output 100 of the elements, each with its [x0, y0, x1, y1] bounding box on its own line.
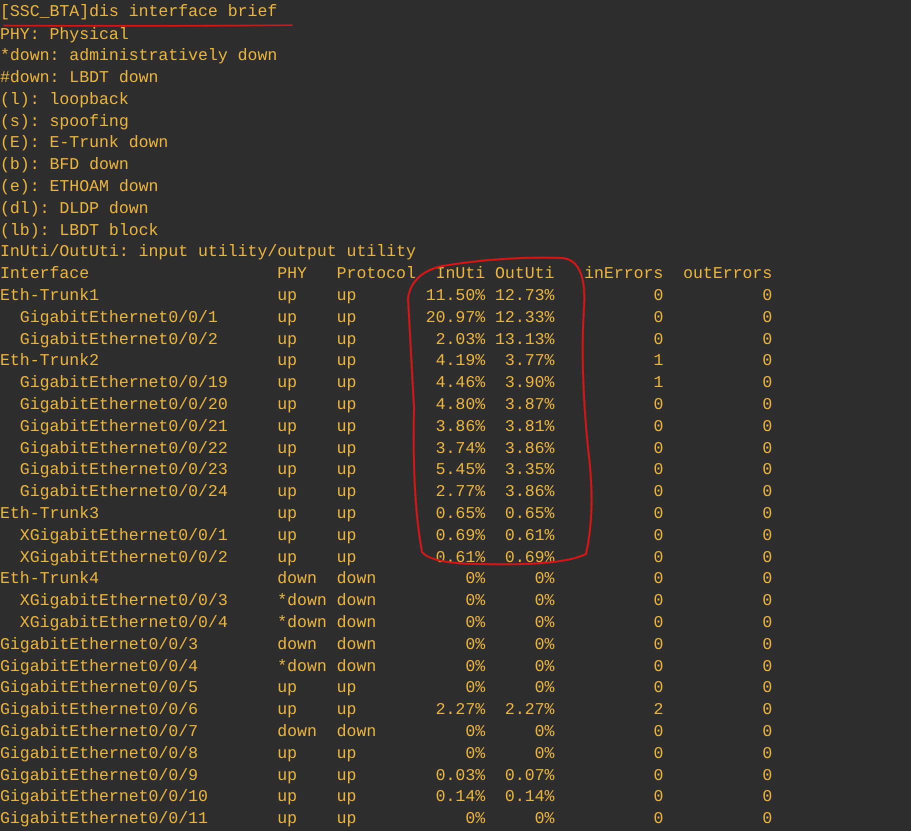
interface-name: GigabitEthernet0/0/4: [0, 656, 198, 676]
phy-status: *down: [277, 613, 327, 632]
protocol-status: up: [336, 438, 356, 458]
phy-status: up: [277, 416, 298, 436]
interface-name: XGigabitEthernet0/0/4: [20, 613, 228, 632]
output-utility: 3.81%: [504, 416, 554, 436]
input-utility: 3.74%: [436, 438, 486, 458]
phy-status: up: [277, 744, 298, 763]
input-errors: 0: [653, 482, 664, 502]
output-errors: 0: [762, 308, 772, 327]
output-errors: 0: [762, 787, 772, 806]
output-utility: 0%: [534, 722, 554, 741]
output-utility: 3.86%: [504, 482, 554, 502]
output-utility: 0%: [534, 591, 554, 610]
input-utility: 2.27%: [436, 700, 486, 720]
input-errors: 0: [653, 634, 664, 654]
output-utility: 0.61%: [504, 526, 554, 545]
input-utility: 0.14%: [436, 787, 486, 806]
column-header: Protocol: [336, 264, 416, 284]
legend-line: (e): ETHOAM down: [0, 176, 158, 198]
input-utility: 4.46%: [436, 373, 486, 392]
input-utility: 0.65%: [436, 504, 486, 524]
output-utility: 3.35%: [504, 460, 554, 480]
input-utility: 11.50%: [426, 286, 486, 306]
protocol-status: up: [336, 766, 356, 785]
interface-name: XGigabitEthernet0/0/1: [20, 526, 228, 545]
input-utility: 0.03%: [436, 766, 486, 785]
input-utility: 0%: [465, 809, 486, 828]
input-errors: 0: [653, 613, 664, 632]
input-utility: 0.69%: [436, 526, 486, 545]
protocol-status: up: [336, 482, 356, 502]
output-errors: 0: [762, 286, 772, 306]
output-utility: 0.07%: [504, 766, 554, 785]
legend-line: *down: administratively down: [0, 45, 278, 68]
input-errors: 0: [653, 526, 664, 545]
input-errors: 2: [653, 700, 664, 720]
input-errors: 0: [653, 591, 664, 610]
protocol-status: down: [336, 722, 376, 741]
interface-name: Eth-Trunk2: [0, 351, 100, 370]
input-utility: 0%: [465, 591, 486, 610]
interface-name: GigabitEthernet0/0/3: [0, 634, 198, 654]
input-errors: 0: [653, 787, 664, 806]
input-utility: 2.03%: [436, 330, 486, 349]
phy-status: *down: [277, 656, 327, 676]
protocol-status: up: [336, 504, 356, 524]
protocol-status: down: [336, 569, 376, 588]
command-line: [SSC_BTA]dis interface brief: [0, 1, 278, 23]
legend-line: (b): BFD down: [0, 154, 129, 176]
phy-status: up: [277, 373, 298, 392]
input-utility: 4.80%: [436, 395, 486, 414]
output-utility: 3.86%: [504, 438, 554, 458]
protocol-status: down: [336, 634, 376, 654]
phy-status: down: [277, 722, 317, 741]
input-utility: 4.19%: [436, 351, 486, 370]
input-errors: 1: [653, 351, 664, 370]
phy-status: up: [277, 678, 298, 698]
interface-name: Eth-Trunk1: [0, 286, 100, 306]
output-errors: 0: [762, 351, 772, 370]
input-utility: 2.77%: [436, 482, 486, 502]
interface-name: XGigabitEthernet0/0/3: [20, 591, 228, 610]
output-errors: 0: [762, 634, 772, 654]
output-utility: 12.33%: [495, 308, 554, 327]
input-utility: 20.97%: [426, 308, 486, 327]
output-utility: 0.65%: [504, 504, 554, 524]
output-errors: 0: [762, 700, 772, 720]
input-errors: 0: [653, 395, 664, 414]
phy-status: up: [277, 330, 298, 349]
input-utility: 0%: [465, 744, 486, 763]
column-header: Interface: [0, 264, 90, 284]
output-errors: 0: [762, 744, 772, 763]
phy-status: up: [277, 286, 298, 306]
phy-status: down: [277, 569, 317, 588]
input-utility: 0%: [465, 722, 486, 741]
protocol-status: up: [336, 395, 356, 414]
output-utility: 2.27%: [504, 700, 554, 720]
protocol-status: up: [336, 744, 356, 763]
interface-name: GigabitEthernet0/0/8: [0, 744, 198, 763]
protocol-status: up: [336, 286, 356, 306]
input-errors: 0: [653, 438, 664, 458]
protocol-status: up: [336, 460, 356, 480]
interface-name: GigabitEthernet0/0/10: [0, 787, 208, 806]
output-errors: 0: [762, 482, 772, 502]
phy-status: up: [277, 482, 298, 502]
column-header: OutUti: [495, 264, 554, 284]
input-errors: 0: [653, 286, 664, 306]
legend-line: (l): loopback: [0, 88, 129, 111]
output-errors: 0: [762, 548, 772, 567]
phy-status: up: [277, 809, 298, 828]
protocol-status: up: [336, 787, 356, 806]
phy-status: up: [277, 526, 298, 545]
output-utility: 0%: [534, 656, 554, 676]
output-utility: 0%: [534, 744, 554, 763]
interface-name: GigabitEthernet0/0/21: [20, 416, 228, 436]
protocol-status: up: [336, 526, 356, 545]
output-errors: 0: [762, 438, 772, 458]
input-errors: 0: [653, 809, 664, 828]
output-utility: 0.69%: [504, 548, 554, 567]
phy-status: up: [277, 504, 298, 524]
phy-status: up: [277, 351, 298, 370]
output-errors: 0: [762, 809, 772, 828]
